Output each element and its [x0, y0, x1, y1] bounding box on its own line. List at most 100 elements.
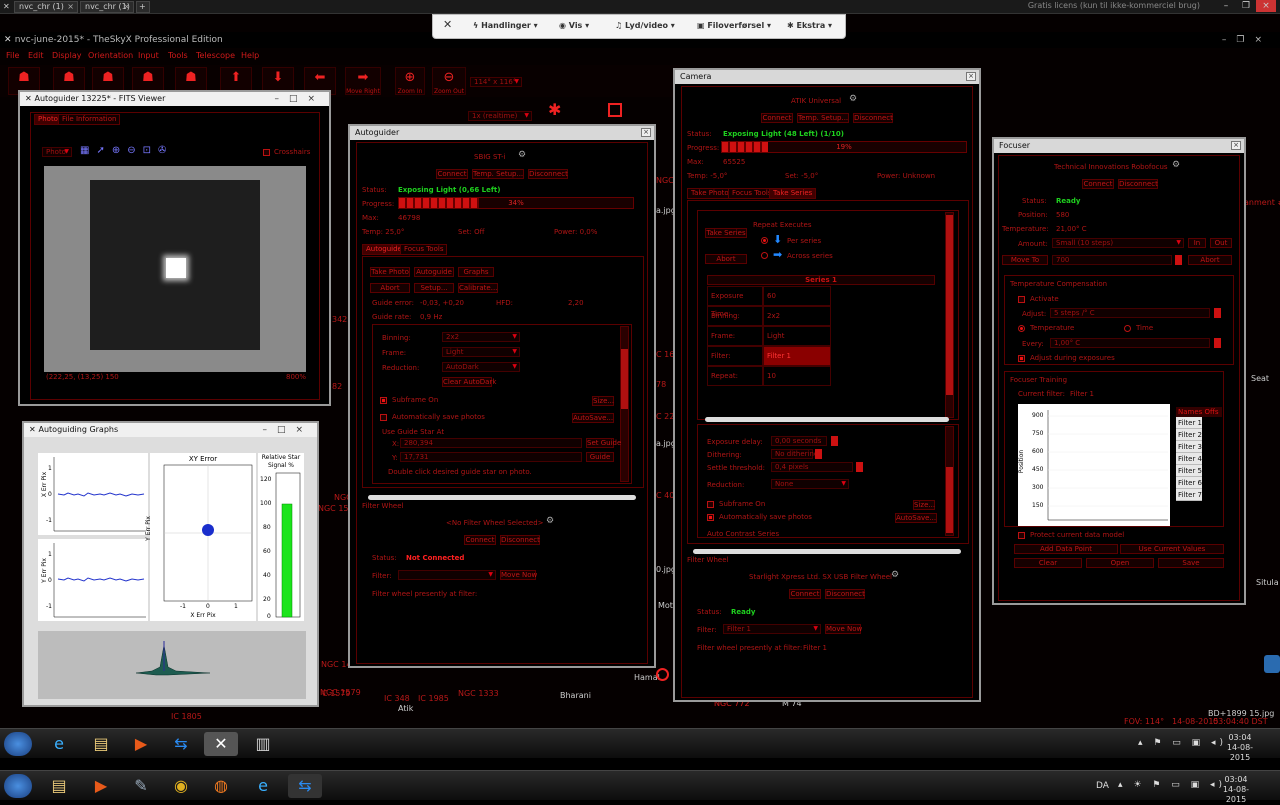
menu-telescope[interactable]: Telescope [196, 51, 235, 60]
close-icon[interactable]: ✕ [443, 18, 452, 31]
media-player-icon[interactable]: ▶ [84, 774, 118, 798]
autosave-checkbox[interactable] [707, 514, 714, 521]
frame-select[interactable]: Light [442, 347, 520, 357]
image-canvas[interactable] [44, 166, 306, 372]
setup-button[interactable]: Setup... [414, 283, 454, 293]
menu-actions[interactable]: ϟ Handlinger ▾ [473, 21, 538, 30]
series-row-value[interactable]: Light [763, 326, 831, 346]
clock[interactable]: 03:04 14-08-2015 [1220, 733, 1260, 763]
abort-button[interactable]: Abort [370, 283, 410, 293]
guide-button[interactable]: Guide [586, 452, 614, 462]
move-right-button[interactable]: ➡ Move Right [345, 67, 381, 95]
fw-move-now-button[interactable]: Move Now [500, 570, 537, 580]
guide-star[interactable] [166, 258, 186, 278]
menu-file[interactable]: File [6, 51, 19, 60]
spin-button[interactable] [1214, 338, 1221, 348]
take-series-button[interactable]: Take Series [705, 228, 747, 238]
scroll-thumb[interactable] [621, 349, 628, 409]
tab-take-series[interactable]: Take Series [769, 188, 817, 199]
close-icon[interactable]: × [641, 128, 651, 137]
menu-orientation[interactable]: Orientation [88, 51, 133, 60]
teamviewer-icon[interactable]: ⇆ [164, 732, 198, 756]
start-button[interactable] [4, 732, 32, 756]
close-icon[interactable]: × [1256, 0, 1276, 12]
adjust-field[interactable]: 5 steps /° C [1050, 308, 1210, 318]
take-photo-button[interactable]: Take Photo [370, 267, 410, 277]
firefox-icon[interactable]: ◍ [204, 774, 238, 798]
file-explorer-icon[interactable]: ▤ [84, 732, 118, 756]
dithering-field[interactable]: No dithering [771, 449, 818, 459]
x-field[interactable]: 280,394 [400, 438, 582, 448]
spin-button[interactable] [831, 436, 838, 446]
close-icon[interactable]: × [966, 72, 976, 81]
settings-icon[interactable]: ⚙ [891, 570, 899, 580]
close-icon[interactable]: × [1231, 141, 1241, 150]
spin-button[interactable] [815, 449, 822, 459]
autosave-checkbox[interactable] [380, 414, 387, 421]
protect-checkbox[interactable] [1018, 532, 1025, 539]
calibrate-button[interactable]: Calibrate... [458, 283, 498, 293]
adjust-during-checkbox[interactable] [1018, 355, 1025, 362]
menu-input[interactable]: Input [138, 51, 159, 60]
every-field[interactable]: 1,00° C [1050, 338, 1210, 348]
filter-list-item[interactable]: Filter 5 [1176, 465, 1202, 477]
window-controls[interactable]: –❐× [1222, 32, 1272, 48]
binning-select[interactable]: 2x2 [442, 332, 520, 342]
language-indicator[interactable]: DA [1096, 781, 1109, 791]
restore-icon[interactable]: ❐ [1236, 0, 1256, 12]
series-scrollbar[interactable] [945, 212, 954, 418]
series-row-value[interactable]: 2x2 [763, 306, 831, 326]
scroll-thumb[interactable] [946, 215, 953, 395]
system-tray-icons[interactable]: ▴ ⚑ ▭ ▣ ◂) [1138, 738, 1227, 748]
filter-list-item[interactable]: Filter 2 [1176, 429, 1202, 441]
set-guide-button[interactable]: Set Guide [586, 438, 621, 448]
graph-scrollbar[interactable] [44, 624, 298, 629]
abort-button[interactable]: Abort [705, 254, 747, 264]
tab-focus-tools[interactable]: Focus Tools [400, 244, 448, 255]
disconnect-button[interactable]: Disconnect [1118, 179, 1158, 189]
new-tab-button[interactable]: + [136, 1, 150, 13]
zoom-out-button[interactable]: ⊖ Zoom Out [432, 67, 466, 95]
fw-filter-select[interactable]: Filter 1 [723, 624, 821, 634]
menu-edit[interactable]: Edit [28, 51, 44, 60]
close-icon[interactable]: × [123, 2, 130, 12]
menu-display[interactable]: Display [52, 51, 82, 60]
options-scrollbar[interactable] [945, 426, 954, 536]
settings-scrollbar[interactable] [620, 326, 629, 482]
camera-hscrollbar[interactable] [693, 549, 961, 554]
view-mode-select[interactable]: Photo [42, 147, 72, 157]
clear-autodark-button[interactable]: Clear AutoDark [442, 377, 496, 387]
temperature-radio[interactable] [1018, 325, 1025, 332]
time-radio[interactable] [1124, 325, 1131, 332]
spin-button[interactable] [1175, 255, 1182, 265]
disconnect-button[interactable]: Disconnect [528, 169, 568, 179]
settings-icon[interactable]: ⚙ [1172, 160, 1180, 170]
internet-explorer-icon[interactable]: e [246, 774, 280, 798]
filter-list-item[interactable]: Filter 3 [1176, 441, 1202, 453]
reduction-select[interactable]: AutoDark [442, 362, 520, 372]
fw-filter-select[interactable] [398, 570, 496, 580]
filter-list-item[interactable]: Filter 7 [1176, 489, 1202, 501]
temp-setup-button[interactable]: Temp. Setup... [472, 169, 524, 179]
time-mode-select[interactable]: 1x (realtime) [468, 111, 532, 121]
per-series-radio[interactable] [761, 237, 768, 244]
fov-select[interactable]: 114° x 116° [470, 77, 522, 87]
menu-file-transfer[interactable]: ▣ Filoverførsel ▾ [697, 21, 771, 30]
series-row-value[interactable]: Filter 1 [763, 346, 831, 366]
in-button[interactable]: In [1188, 238, 1206, 248]
save-button[interactable]: Save [1158, 558, 1224, 568]
fw-move-now-button[interactable]: Move Now [825, 624, 862, 634]
settings-icon[interactable]: ⚙ [849, 94, 857, 104]
size-button[interactable]: Size... [913, 500, 935, 510]
filter-list-item[interactable]: Filter 1 [1176, 417, 1202, 429]
reduction-select[interactable]: None [771, 479, 849, 489]
connect-button[interactable]: Connect [1082, 179, 1114, 189]
activate-checkbox[interactable] [1018, 296, 1025, 303]
fw-connect-button[interactable]: Connect [464, 535, 496, 545]
spin-button[interactable] [1214, 308, 1221, 318]
file-explorer-icon[interactable]: ▤ [42, 774, 76, 798]
abort-button[interactable]: Abort [1188, 255, 1232, 265]
settle-threshold-field[interactable]: 0,4 pixels [771, 462, 853, 472]
chrome-icon[interactable]: ◉ [164, 774, 198, 798]
menu-help[interactable]: Help [241, 51, 259, 60]
